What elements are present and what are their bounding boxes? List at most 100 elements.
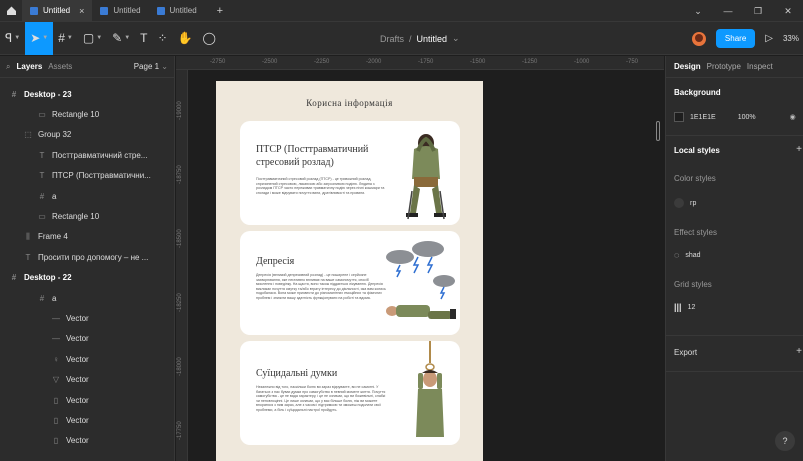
present-play-icon[interactable]: ▷ bbox=[765, 33, 773, 44]
grid-style-item[interactable]: ||| 12 bbox=[674, 302, 695, 312]
layer-row[interactable]: ▯ Vector bbox=[0, 433, 175, 449]
canvas[interactable]: Корисна інформація ПТСР (Посттравматични… bbox=[189, 71, 664, 461]
resources-button[interactable]: ⁘ bbox=[153, 22, 173, 55]
layer-row[interactable]: T Просити про допомогу – не ... bbox=[0, 249, 175, 265]
maximize-icon[interactable]: ❐ bbox=[743, 0, 773, 22]
ruler-tick-label: -2750 bbox=[210, 59, 226, 65]
ruler-tick-label: -1500 bbox=[470, 59, 486, 65]
figma-file-icon bbox=[156, 6, 165, 15]
background-hex[interactable]: 1E1E1E bbox=[690, 114, 716, 121]
layer-row[interactable]: — Vector bbox=[0, 310, 175, 326]
layer-row[interactable]: # Desktop - 23 bbox=[0, 86, 175, 102]
tab-file-1[interactable]: Untitled × bbox=[22, 0, 93, 22]
close-window-icon[interactable]: ✕ bbox=[773, 0, 803, 22]
add-style-icon[interactable]: + bbox=[796, 144, 802, 155]
layer-row[interactable]: ⫼ Frame 4 bbox=[0, 229, 175, 245]
frame-icon: # bbox=[58, 31, 65, 45]
chevron-down-icon: ▼ bbox=[14, 35, 21, 41]
tab-layers[interactable]: Layers bbox=[16, 62, 42, 71]
layer-row[interactable]: ♀ Vector bbox=[0, 351, 175, 367]
toolbar-right: Share ▷ 33% bbox=[691, 22, 803, 55]
layer-row[interactable]: ▯ Vector bbox=[0, 412, 175, 428]
background-opacity[interactable]: 100% bbox=[738, 114, 756, 121]
search-icon[interactable]: ⌕ bbox=[6, 62, 10, 72]
tab-label: Untitled bbox=[43, 6, 71, 15]
layer-row[interactable]: — Vector bbox=[0, 331, 175, 347]
minimize-icon[interactable]: — bbox=[713, 0, 743, 22]
grid-columns-icon: ||| bbox=[674, 302, 682, 312]
chevron-down-icon[interactable]: ⌄ bbox=[683, 0, 713, 22]
share-button[interactable]: Share bbox=[715, 29, 756, 48]
properties-tabs: Design Prototype Inspect bbox=[666, 56, 803, 78]
move-tool-button[interactable]: ➤ ▼ bbox=[25, 21, 54, 55]
text-tool-button[interactable]: T bbox=[135, 22, 152, 55]
pen-tool-button[interactable]: ✎ ▼ bbox=[107, 22, 135, 55]
tab-label: Untitled bbox=[169, 6, 197, 15]
eye-icon[interactable]: ◉ bbox=[790, 113, 796, 121]
frame-desktop-23[interactable]: Корисна інформація ПТСР (Посттравматични… bbox=[216, 81, 483, 461]
tab-inspect[interactable]: Inspect bbox=[747, 62, 773, 71]
card-suicidal-thoughts[interactable]: Суїцидальні думки Незалежно від того, на… bbox=[240, 341, 460, 445]
page-selector[interactable]: Page 1 ⌄ bbox=[134, 62, 168, 71]
comment-tool-button[interactable]: ◯ bbox=[198, 22, 221, 55]
file-name[interactable]: Untitled bbox=[417, 34, 448, 44]
chevron-down-icon: ▼ bbox=[42, 35, 49, 41]
layer-label: Vector bbox=[66, 436, 89, 446]
card-depression[interactable]: Депресія Депресія (великий депресивний р… bbox=[240, 231, 460, 335]
export-heading: Export bbox=[674, 348, 698, 357]
close-tab-icon[interactable]: × bbox=[79, 6, 84, 16]
vector-icon: ▯ bbox=[53, 395, 59, 405]
layer-row[interactable]: ▭ Rectangle 10 bbox=[0, 208, 175, 224]
color-style-item[interactable]: гр bbox=[674, 198, 696, 208]
help-button[interactable]: ? bbox=[775, 431, 795, 451]
new-tab-icon[interactable]: + bbox=[217, 5, 223, 17]
canvas-scroll-indicator bbox=[656, 121, 660, 141]
shape-tool-button[interactable]: ▢ ▼ bbox=[78, 22, 107, 55]
layer-row[interactable]: # a bbox=[0, 188, 175, 204]
properties-panel: Design Prototype Inspect Background 1E1E… bbox=[665, 56, 803, 461]
frame-icon: # bbox=[11, 273, 17, 283]
ruler-tick-label: -18750 bbox=[177, 165, 183, 184]
layer-row[interactable]: ⬚ Group 32 bbox=[0, 127, 175, 143]
avatar[interactable] bbox=[691, 31, 706, 46]
chevron-down-icon: ▼ bbox=[96, 35, 103, 41]
layer-row[interactable]: ▽ Vector bbox=[0, 372, 175, 388]
add-export-icon[interactable]: + bbox=[796, 346, 802, 357]
vector-icon: ▽ bbox=[52, 375, 60, 385]
chevron-down-icon[interactable]: ⌄ bbox=[452, 33, 460, 44]
layer-row[interactable]: ▯ Vector bbox=[0, 392, 175, 408]
background-swatch[interactable] bbox=[674, 112, 684, 122]
hand-tool-button[interactable]: ✋ bbox=[173, 22, 198, 55]
text-icon: T bbox=[140, 31, 148, 45]
layer-row[interactable]: T Посттравматичний стре... bbox=[0, 147, 175, 163]
effect-style-item[interactable]: ◌ shad bbox=[674, 250, 701, 260]
tab-design[interactable]: Design bbox=[674, 62, 701, 71]
main-menu-button[interactable]: ꟼ ▼ bbox=[0, 22, 25, 55]
frame-tool-button[interactable]: # ▼ bbox=[53, 22, 78, 55]
tab-assets[interactable]: Assets bbox=[48, 62, 72, 71]
layer-row[interactable]: ▭ Rectangle 10 bbox=[0, 106, 175, 122]
export-section: Export + bbox=[666, 336, 803, 372]
background-fill-row[interactable]: 1E1E1E 100% ◉ bbox=[674, 112, 796, 122]
tab-file-3[interactable]: Untitled bbox=[149, 0, 205, 22]
layer-row[interactable]: T ПТСР (Посттравматични... bbox=[0, 168, 175, 184]
layer-row[interactable]: # a bbox=[0, 290, 175, 306]
layer-label: Посттравматичний стре... bbox=[52, 150, 148, 160]
chevron-down-icon: ▼ bbox=[124, 35, 131, 41]
card-ptsd[interactable]: ПТСР (Посттравматичний стресовий розлад)… bbox=[240, 121, 460, 225]
tab-file-2[interactable]: Untitled bbox=[92, 0, 148, 22]
text-icon: T bbox=[39, 150, 45, 160]
tab-prototype[interactable]: Prototype bbox=[707, 62, 741, 71]
figma-logo-icon: ꟼ bbox=[5, 31, 13, 45]
grid-style-name: 12 bbox=[687, 303, 696, 311]
layer-row[interactable]: # Desktop - 22 bbox=[0, 270, 175, 286]
layer-label: Vector bbox=[66, 313, 89, 323]
ruler-tick-label: -18250 bbox=[177, 293, 183, 312]
layer-label: Vector bbox=[66, 415, 89, 425]
card-body: Посттравматичний стресовий розлад (ПТСР)… bbox=[256, 177, 385, 195]
distressed-soldier-illustration bbox=[416, 341, 444, 437]
breadcrumb-folder[interactable]: Drafts bbox=[380, 34, 404, 44]
home-icon[interactable] bbox=[0, 0, 22, 22]
cursor-icon: ➤ bbox=[30, 31, 41, 45]
zoom-level[interactable]: 33% bbox=[783, 34, 799, 43]
